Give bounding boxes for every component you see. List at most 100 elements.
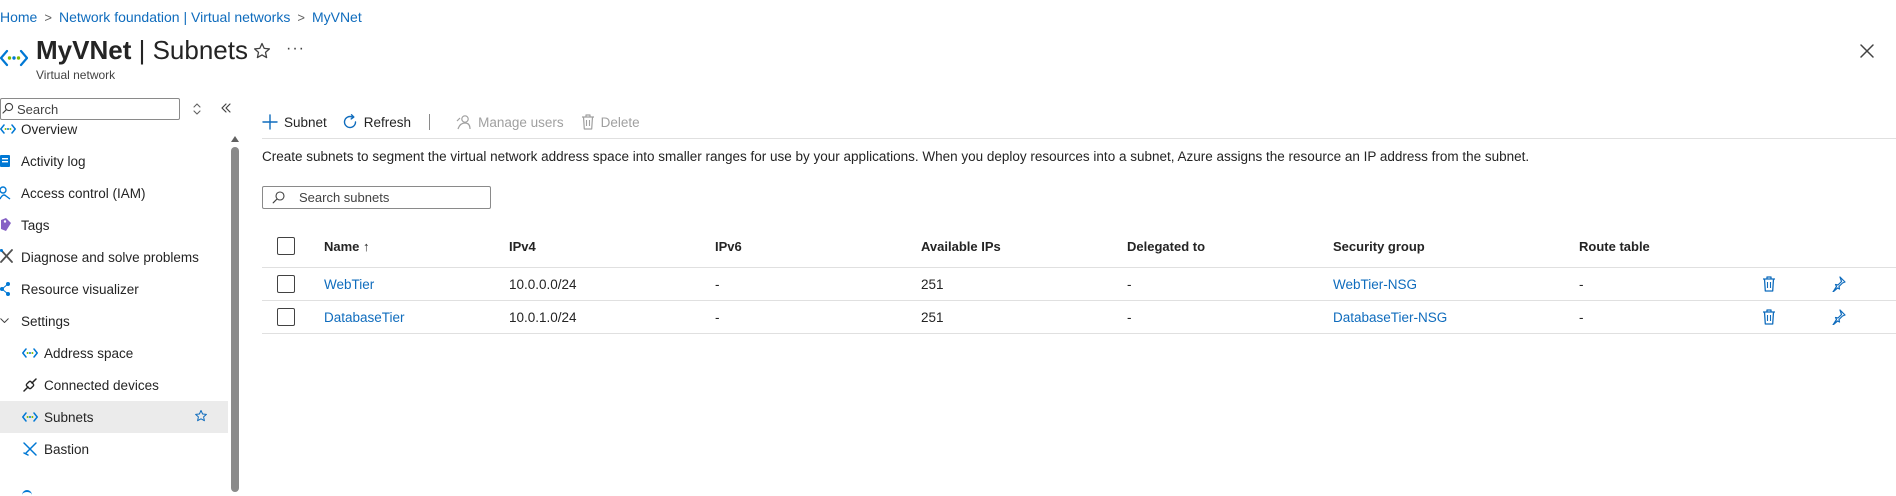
sidebar-item-access-control[interactable]: Access control (IAM) (0, 177, 228, 209)
trash-icon (581, 114, 594, 130)
security-group-link[interactable]: DatabaseTier-NSG (1333, 301, 1447, 333)
refresh-button[interactable]: Refresh (342, 108, 411, 136)
activity-log-icon (0, 155, 10, 167)
cell-ipv4: 10.0.0.0/24 (509, 276, 577, 292)
virtual-network-icon (0, 124, 16, 134)
row-checkbox[interactable] (277, 308, 295, 326)
manage-users-icon (456, 115, 471, 130)
column-header-available-ips[interactable]: Available IPs (921, 230, 1001, 262)
column-header-security-group[interactable]: Security group (1333, 230, 1425, 262)
next-menu-item-icon (22, 490, 32, 496)
cell-available-ips: 251 (921, 276, 944, 292)
page-title: MyVNet | Subnets (36, 35, 248, 66)
close-icon[interactable] (1858, 42, 1876, 60)
sidebar-item-connected-devices[interactable]: Connected devices (0, 369, 228, 401)
row-checkbox[interactable] (277, 275, 295, 293)
sidebar-item-tags[interactable]: Tags (0, 209, 228, 241)
sidebar-item-label: Settings (21, 313, 70, 329)
command-bar-divider (262, 138, 1896, 139)
table-bottom-divider (262, 333, 1896, 334)
main-content: Subnet Refresh Manage users Delete Creat… (262, 96, 1896, 492)
delete-label: Delete (600, 114, 640, 130)
sidebar-item-diagnose[interactable]: Diagnose and solve problems (0, 241, 228, 273)
column-header-ipv6[interactable]: IPv6 (715, 230, 742, 262)
subnet-search-box[interactable] (262, 186, 491, 209)
menu-scrollbar[interactable] (230, 135, 240, 492)
breadcrumb-home[interactable]: Home (0, 9, 37, 25)
page-title-separator: | (131, 35, 153, 65)
column-header-delegated-to[interactable]: Delegated to (1127, 230, 1205, 262)
manage-users-button[interactable]: Manage users (456, 108, 564, 136)
sidebar-item-label: Address space (44, 345, 134, 361)
subnet-name-link[interactable]: WebTier (324, 268, 374, 300)
add-subnet-button[interactable]: Subnet (262, 108, 327, 136)
chevron-down-icon (0, 318, 9, 323)
select-all-checkbox[interactable] (277, 237, 295, 255)
sidebar-item-label: Overview (21, 121, 78, 137)
trash-icon[interactable] (1762, 276, 1776, 292)
security-group-link[interactable]: WebTier-NSG (1333, 268, 1417, 300)
cell-ipv6: - (715, 276, 720, 292)
search-icon (272, 191, 285, 204)
add-subnet-label: Subnet (284, 114, 327, 130)
sidebar-item-label: Access control (IAM) (21, 185, 146, 201)
page-description: Create subnets to segment the virtual ne… (262, 149, 1530, 164)
cell-delegated-to: - (1127, 309, 1132, 325)
sidebar-item-resource-visualizer[interactable]: Resource visualizer (0, 273, 228, 305)
sidebar-item-label: Tags (21, 217, 50, 233)
breadcrumb-virtual-networks[interactable]: Network foundation | Virtual networks (59, 9, 290, 25)
sidebar-item-bastion[interactable]: Bastion (0, 433, 228, 465)
sidebar-item-label: Diagnose and solve problems (21, 249, 199, 265)
cell-ipv4: 10.0.1.0/24 (509, 309, 577, 325)
breadcrumb: Home > Network foundation | Virtual netw… (0, 9, 362, 25)
cell-route-table: - (1579, 276, 1584, 292)
sidebar-item-address-space[interactable]: Address space (0, 337, 228, 369)
column-header-name[interactable]: Name ↑ (324, 230, 370, 262)
table-header-row: Name ↑ IPv4 IPv6 Available IPs Delegated… (262, 230, 1896, 262)
table-row[interactable]: DatabaseTier 10.0.1.0/24 - 251 - Databas… (262, 300, 1896, 333)
manage-users-label: Manage users (478, 114, 564, 130)
virtual-network-icon (22, 412, 38, 422)
delete-button[interactable]: Delete (581, 108, 640, 136)
pin-icon[interactable] (1832, 309, 1846, 325)
sidebar-item-activity-log[interactable]: Activity log (0, 145, 228, 177)
page-title-section: Subnets (152, 35, 248, 65)
favorite-star-icon[interactable] (194, 409, 208, 423)
column-header-ipv4[interactable]: IPv4 (509, 230, 536, 262)
cell-route-table: - (1579, 309, 1584, 325)
subnet-search-input[interactable] (299, 189, 479, 206)
sidebar-item-subnets[interactable]: Subnets (0, 401, 228, 433)
sidebar-item-label: Bastion (44, 441, 90, 457)
scroll-up-arrow-icon[interactable] (231, 135, 239, 143)
iam-icon (0, 186, 11, 200)
cell-delegated-to: - (1127, 276, 1132, 292)
refresh-icon (343, 114, 356, 129)
cell-ipv6: - (715, 309, 720, 325)
command-bar: Subnet Refresh Manage users Delete (262, 108, 640, 136)
page-title-resource: MyVNet (36, 35, 132, 65)
breadcrumb-myvnet[interactable]: MyVNet (312, 9, 362, 25)
table-row[interactable]: WebTier 10.0.0.0/24 - 251 - WebTier-NSG … (262, 267, 1896, 300)
sidebar-group-settings[interactable]: Settings (0, 305, 228, 337)
sidebar-item-label: Connected devices (44, 377, 159, 393)
virtual-network-icon (0, 49, 28, 67)
plus-icon (262, 114, 278, 130)
favorite-star-icon[interactable] (252, 41, 272, 61)
page-subtitle: Virtual network (36, 68, 116, 82)
subnet-name-link[interactable]: DatabaseTier (324, 301, 405, 333)
trash-icon[interactable] (1762, 309, 1776, 325)
breadcrumb-separator: > (297, 9, 305, 25)
resource-menu: Overview Activity log Access control (IA… (0, 96, 240, 492)
visualizer-icon (0, 282, 10, 296)
column-header-route-table[interactable]: Route table (1579, 230, 1650, 262)
cell-available-ips: 251 (921, 309, 944, 325)
more-options-button[interactable]: ··· (286, 40, 305, 58)
sidebar-item-overview[interactable]: Overview (0, 113, 228, 145)
bastion-icon (23, 442, 37, 456)
scrollbar-thumb[interactable] (231, 147, 239, 492)
pin-icon[interactable] (1832, 276, 1846, 292)
sidebar-item-label: Resource visualizer (21, 281, 139, 297)
breadcrumb-separator: > (44, 9, 52, 25)
wrench-icon (0, 249, 13, 263)
refresh-label: Refresh (363, 114, 412, 130)
